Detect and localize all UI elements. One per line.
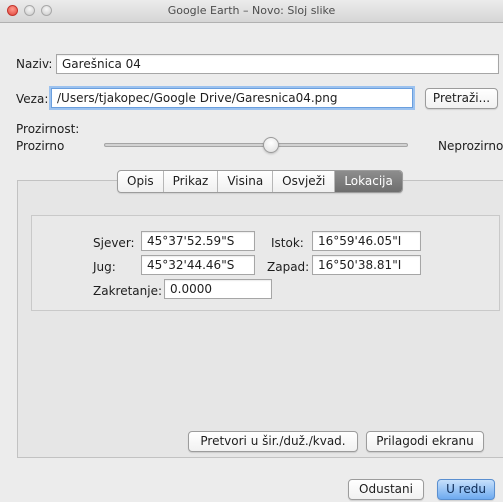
tab-bar: Opis Prikaz Visina Osvježi Lokacija [117,170,403,193]
tab-description[interactable]: Opis [118,171,164,192]
opacity-max-label: Neprozirno [438,139,503,153]
opacity-label: Prozirnost: [16,122,80,136]
north-input[interactable]: 45°37'52.59"S [141,231,255,251]
cancel-button[interactable]: Odustani [348,479,424,500]
tab-altitude[interactable]: Visina [218,171,274,192]
tab-view[interactable]: Prikaz [164,171,219,192]
east-label: Istok: [271,236,304,250]
rotation-input[interactable]: 0.0000 [164,279,272,299]
south-label: Jug: [93,260,116,274]
opacity-min-label: Prozirno [16,139,65,153]
convert-coordinates-button[interactable]: Pretvori u šir./duž./kvad. [188,431,358,452]
west-label: Zapad: [267,260,310,274]
tab-location[interactable]: Lokacija [335,171,402,192]
window-title: Google Earth – Novo: Sloj slike [167,4,336,17]
north-label: Sjever: [93,236,135,250]
tab-refresh[interactable]: Osvježi [273,171,336,192]
name-label: Naziv: [16,57,53,71]
west-input[interactable]: 16°50'38.81"I [312,255,421,275]
link-input[interactable]: /Users/tjakopec/Google Drive/Garesnica04… [51,88,413,108]
opacity-slider-knob[interactable] [263,137,280,153]
fit-to-screen-button[interactable]: Prilagodi ekranu [366,431,484,452]
east-input[interactable]: 16°59'46.05"I [312,231,421,251]
ok-button[interactable]: U redu [437,479,495,500]
opacity-slider-track[interactable] [104,143,408,147]
south-input[interactable]: 45°32'44.46"S [141,255,255,275]
name-input[interactable]: Garešnica 04 [56,54,499,74]
link-label: Veza: [16,92,49,106]
title-bar: Google Earth – Novo: Sloj slike [0,0,503,23]
browse-button[interactable]: Pretraži... [425,88,498,109]
rotation-label: Zakretanje: [93,284,162,298]
